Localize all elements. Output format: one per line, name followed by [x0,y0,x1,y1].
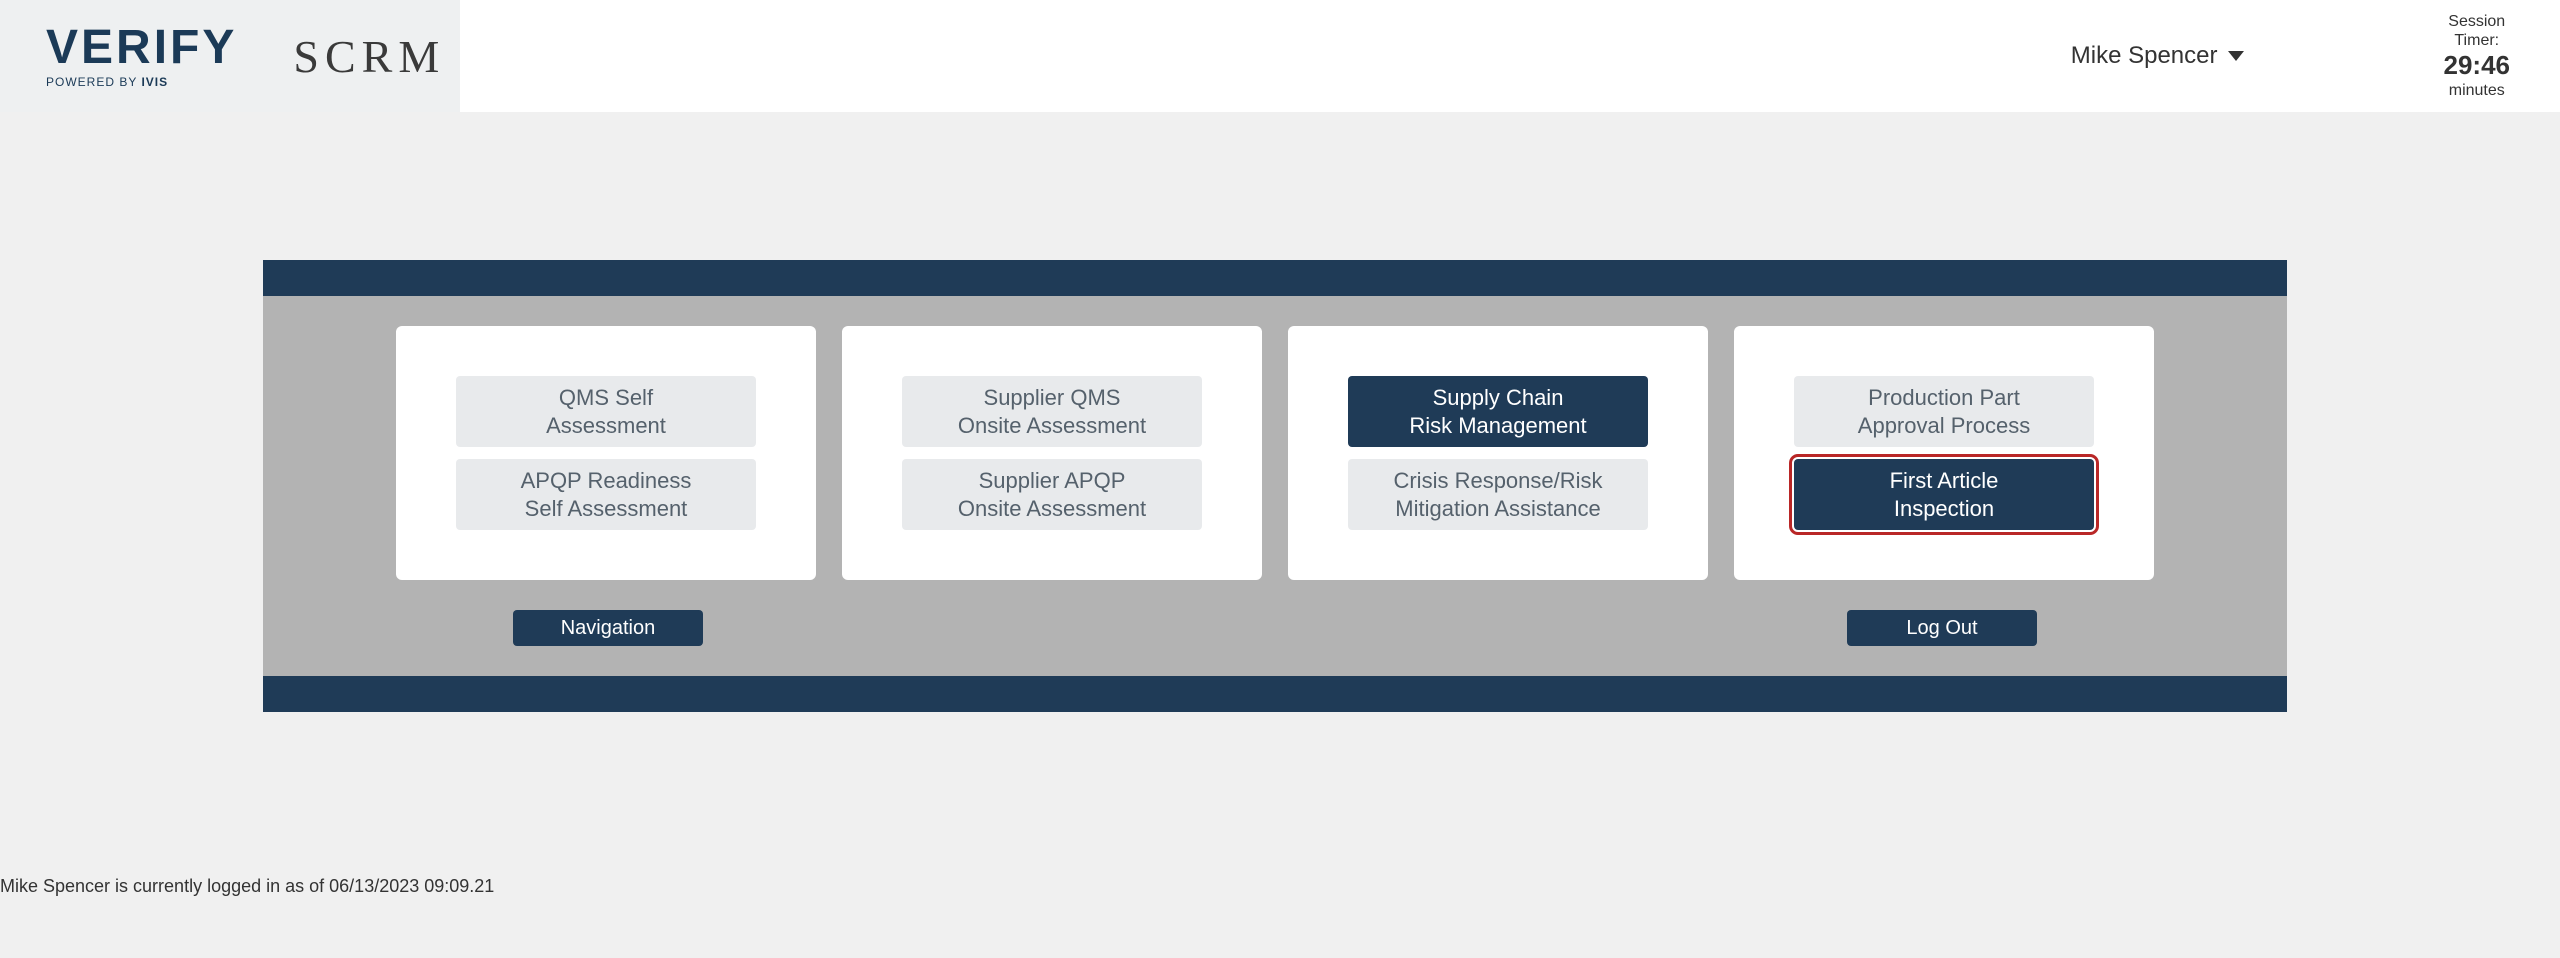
logo-area: VERIFY POWERED BY IVIS SCRM [0,0,460,112]
top-bar: VERIFY POWERED BY IVIS SCRM Mike Spencer… [0,0,2560,112]
navigation-button[interactable]: Navigation [513,610,703,646]
verify-logo: VERIFY POWERED BY IVIS [46,24,237,88]
logo-subtext: POWERED BY IVIS [46,76,237,88]
chevron-down-icon [2228,51,2244,61]
tile-first-article-inspection[interactable]: First Article Inspection [1794,459,2094,530]
status-line: Mike Spencer is currently logged in as o… [0,876,494,897]
panel-footer-bar [263,676,2287,712]
tile-supply-chain-risk-management[interactable]: Supply Chain Risk Management [1348,376,1648,447]
product-name: SCRM [293,30,445,83]
user-area: Mike Spencer Session Timer: 29:46 minute… [2071,0,2560,112]
panel-header-bar [263,260,2287,296]
card-1: QMS Self Assessment APQP Readiness Self … [396,326,816,580]
tile-apqp-readiness-self-assessment[interactable]: APQP Readiness Self Assessment [456,459,756,530]
logo-main-text: VERIFY [46,24,237,72]
session-timer: Session Timer: 29:46 minutes [2444,12,2521,101]
card-row: QMS Self Assessment APQP Readiness Self … [347,326,2203,580]
bottom-button-row: Navigation Log Out [347,610,2203,646]
card-3: Supply Chain Risk Management Crisis Resp… [1288,326,1708,580]
user-name: Mike Spencer [2071,42,2218,70]
session-label-2: Timer: [2454,31,2499,50]
panel-body: QMS Self Assessment APQP Readiness Self … [263,296,2287,676]
tile-supplier-apqp-onsite-assessment[interactable]: Supplier APQP Onsite Assessment [902,459,1202,530]
tile-qms-self-assessment[interactable]: QMS Self Assessment [456,376,756,447]
session-label-1: Session [2448,12,2505,31]
user-menu[interactable]: Mike Spencer [2071,42,2244,70]
topbar-spacer [460,0,2071,112]
session-unit: minutes [2449,81,2505,100]
logout-button[interactable]: Log Out [1847,610,2037,646]
main-panel: QMS Self Assessment APQP Readiness Self … [263,260,2287,712]
tile-crisis-response-risk-mitigation[interactable]: Crisis Response/Risk Mitigation Assistan… [1348,459,1648,530]
session-time: 29:46 [2444,50,2511,81]
tile-production-part-approval-process[interactable]: Production Part Approval Process [1794,376,2094,447]
card-2: Supplier QMS Onsite Assessment Supplier … [842,326,1262,580]
card-4: Production Part Approval Process First A… [1734,326,2154,580]
tile-supplier-qms-onsite-assessment[interactable]: Supplier QMS Onsite Assessment [902,376,1202,447]
